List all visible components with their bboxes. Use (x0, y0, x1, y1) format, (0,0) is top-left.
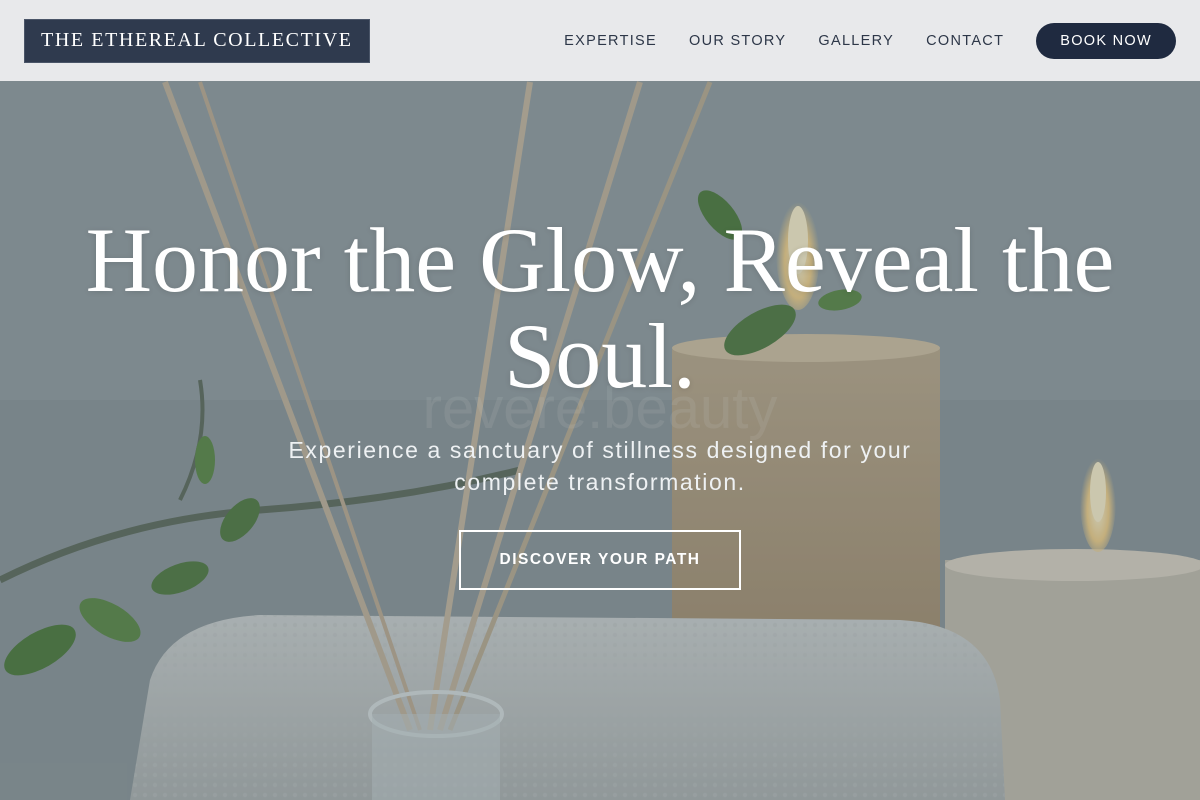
brand-logo[interactable]: THE ETHEREAL COLLECTIVE (24, 18, 370, 63)
nav-link-our-story[interactable]: OUR STORY (689, 33, 786, 49)
main-nav: EXPERTISE OUR STORY GALLERY CONTACT BOOK… (532, 22, 1176, 59)
book-now-button[interactable]: BOOK NOW (1036, 22, 1176, 59)
hero-content: Honor the Glow, Reveal the Soul. Experie… (0, 212, 1200, 590)
nav-link-expertise[interactable]: EXPERTISE (564, 33, 657, 49)
discover-your-path-button[interactable]: DISCOVER YOUR PATH (459, 530, 741, 590)
nav-link-contact[interactable]: CONTACT (926, 33, 1004, 49)
nav-link-gallery[interactable]: GALLERY (818, 33, 894, 49)
hero-title: Honor the Glow, Reveal the Soul. (85, 209, 1115, 407)
site-header: THE ETHEREAL COLLECTIVE EXPERTISE OUR ST… (0, 0, 1200, 81)
hero-subtitle: Experience a sanctuary of stillness desi… (288, 437, 912, 495)
